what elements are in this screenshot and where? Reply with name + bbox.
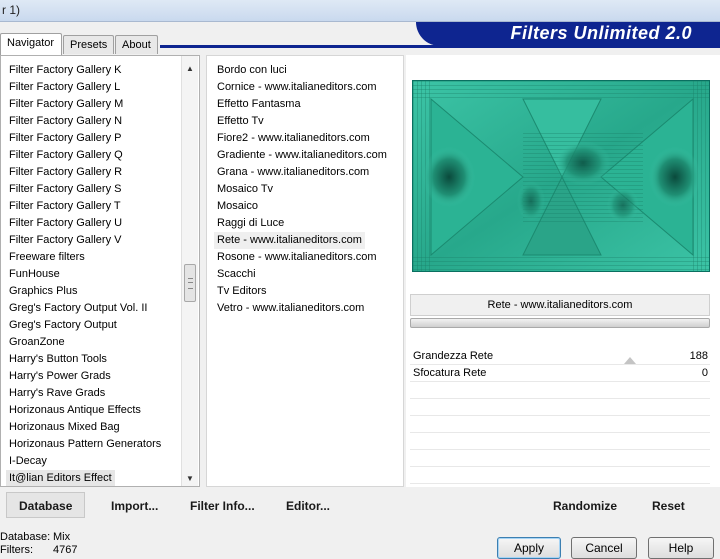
filter-item[interactable]: Gradiente - www.italianeditors.com <box>217 147 387 164</box>
progress-bar <box>410 318 710 328</box>
category-item[interactable]: Filter Factory Gallery M <box>9 96 123 113</box>
parameter-row-grandezza[interactable]: Grandezza Rete 188 <box>410 348 710 365</box>
scrollbar-thumb[interactable] <box>184 264 196 302</box>
status-database-row: Database: Mix <box>0 531 70 544</box>
category-item[interactable]: Graphics Plus <box>9 283 77 300</box>
banner-title: Filters Unlimited 2.0 <box>510 23 692 43</box>
category-item[interactable]: GroanZone <box>9 334 65 351</box>
category-item[interactable]: Greg's Factory Output <box>9 317 117 334</box>
filter-item[interactable]: Fiore2 - www.italianeditors.com <box>217 130 370 147</box>
status-filters-value: 4767 <box>53 544 78 556</box>
category-item[interactable]: Filter Factory Gallery K <box>9 62 121 79</box>
window-titlebar: r 1) <box>0 0 720 22</box>
category-item[interactable]: Filter Factory Gallery S <box>9 181 121 198</box>
reset-button[interactable]: Reset <box>651 492 686 518</box>
category-item[interactable]: Harry's Button Tools <box>9 351 107 368</box>
import-button-label: Import... <box>111 499 159 513</box>
editor-button[interactable]: Editor... <box>285 492 331 518</box>
editor-button-label: Editor... <box>286 499 331 513</box>
tab-presets[interactable]: Presets <box>63 35 114 54</box>
filter-info-button[interactable]: Filter Info... <box>189 492 256 518</box>
database-button[interactable]: Database <box>6 492 86 518</box>
filter-item[interactable]: Bordo con luci <box>217 62 287 79</box>
cancel-button-label: Cancel <box>585 541 623 555</box>
parameter-row-sfocatura[interactable]: Sfocatura Rete 0 <box>410 365 710 382</box>
tab-about-label: About <box>122 39 151 51</box>
filter-item[interactable]: Cornice - www.italianeditors.com <box>217 79 377 96</box>
category-item[interactable]: Filter Factory Gallery L <box>9 79 120 96</box>
scroll-up-arrow-icon[interactable]: ▲ <box>182 62 198 76</box>
category-item[interactable]: FunHouse <box>9 266 60 283</box>
filter-preview-image <box>412 80 710 272</box>
tab-presets-label: Presets <box>70 39 108 51</box>
parameter-row-empty <box>410 433 710 450</box>
parameter-row-empty <box>410 416 710 433</box>
filter-item[interactable]: Grana - www.italianeditors.com <box>217 164 369 181</box>
category-item-selected[interactable]: It@lian Editors Effect <box>6 470 115 486</box>
category-item[interactable]: Filter Factory Gallery Q <box>9 147 123 164</box>
filter-item[interactable]: Tv Editors <box>217 283 267 300</box>
filter-item[interactable]: Vetro - www.italianeditors.com <box>217 300 364 317</box>
category-item[interactable]: Greg's Factory Output Vol. II <box>9 300 147 317</box>
category-item[interactable]: Harry's Rave Grads <box>9 385 105 402</box>
category-item[interactable]: Filter Factory Gallery R <box>9 164 122 181</box>
category-item[interactable]: Horizonaus Mixed Bag <box>9 419 120 436</box>
parameter-row-empty <box>410 399 710 416</box>
category-item[interactable]: Filter Factory Gallery T <box>9 198 121 215</box>
randomize-button-label: Randomize <box>553 499 618 513</box>
selected-filter-name: Rete - www.italianeditors.com <box>410 294 710 316</box>
filter-item-selected[interactable]: Rete - www.italianeditors.com <box>214 232 365 249</box>
filter-item[interactable]: Effetto Tv <box>217 113 264 130</box>
category-item[interactable]: Filter Factory Gallery V <box>9 232 121 249</box>
filter-item[interactable]: Rosone - www.italianeditors.com <box>217 249 377 266</box>
apply-button-label: Apply <box>513 541 545 555</box>
status-filters-label: Filters: <box>0 544 33 556</box>
filter-item[interactable]: Effetto Fantasma <box>217 96 301 113</box>
category-item[interactable]: I-Decay <box>9 453 47 470</box>
filter-item[interactable]: Mosaico Tv <box>217 181 273 198</box>
parameter-label: Grandezza Rete <box>413 350 494 362</box>
filter-list[interactable]: Bordo con luci Cornice - www.italianedit… <box>206 55 404 487</box>
tab-navigator-label: Navigator <box>7 37 55 49</box>
parameter-value: 0 <box>701 367 708 379</box>
parameter-row-empty <box>410 467 710 484</box>
category-item[interactable]: Filter Factory Gallery N <box>9 113 122 130</box>
bottom-toolbar: Database Import... Filter Info... Editor… <box>0 492 720 520</box>
filter-info-button-label: Filter Info... <box>190 499 255 513</box>
category-item[interactable]: Freeware filters <box>9 249 85 266</box>
status-database-value: Mix <box>53 531 71 543</box>
reset-button-label: Reset <box>652 499 685 513</box>
filter-item[interactable]: Raggi di Luce <box>217 215 284 232</box>
category-item[interactable]: Harry's Power Grads <box>9 368 111 385</box>
slider-thumb-icon[interactable] <box>624 357 636 364</box>
status-filters-row: Filters: 4767 <box>0 544 77 557</box>
parameter-value: 188 <box>689 350 708 362</box>
category-item[interactable]: Horizonaus Antique Effects <box>9 402 141 419</box>
category-item[interactable]: Filter Factory Gallery P <box>9 130 121 147</box>
randomize-button[interactable]: Randomize <box>552 492 618 518</box>
category-item[interactable]: Filter Factory Gallery U <box>9 215 122 232</box>
cancel-button[interactable]: Cancel <box>571 537 637 559</box>
tab-navigator[interactable]: Navigator <box>0 33 62 55</box>
tab-about[interactable]: About <box>115 35 158 54</box>
app-banner: Filters Unlimited 2.0 <box>416 22 720 46</box>
apply-button[interactable]: Apply <box>497 537 561 559</box>
parameter-row-empty <box>410 382 710 399</box>
category-item[interactable]: Horizonaus Pattern Generators <box>9 436 161 453</box>
scroll-down-arrow-icon[interactable]: ▼ <box>182 472 198 486</box>
window-title: r 1) <box>2 3 20 17</box>
parameter-row-empty <box>410 450 710 467</box>
help-button[interactable]: Help <box>648 537 714 559</box>
filter-item[interactable]: Mosaico <box>217 198 258 215</box>
parameter-label: Sfocatura Rete <box>413 367 487 379</box>
status-area: Database: Mix Filters: 4767 <box>0 531 77 557</box>
category-scrollbar[interactable]: ▲ ▼ <box>181 56 198 486</box>
filter-item[interactable]: Scacchi <box>217 266 256 283</box>
category-list[interactable]: Filter Factory Gallery K Filter Factory … <box>0 55 200 487</box>
parameter-list: Grandezza Rete 188 Sfocatura Rete 0 <box>410 348 710 484</box>
help-button-label: Help <box>668 541 694 555</box>
database-button-label: Database <box>19 499 73 513</box>
status-database-label: Database: <box>0 531 51 543</box>
import-button[interactable]: Import... <box>110 492 159 518</box>
